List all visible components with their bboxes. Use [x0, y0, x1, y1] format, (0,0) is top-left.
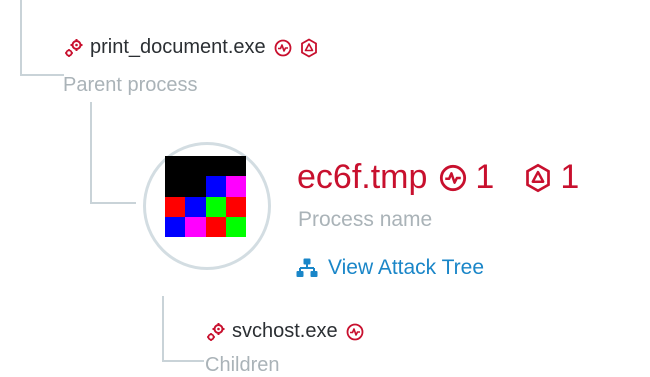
- tree-connector-mid-vertical: [90, 102, 92, 204]
- thumbnail-pixel: [205, 176, 226, 197]
- activity-count: 1: [475, 158, 495, 196]
- thumbnail-pixel: [225, 156, 246, 177]
- alert-count: 1: [560, 158, 580, 196]
- thumbnail-pixel: [185, 156, 206, 177]
- child-process-name[interactable]: svchost.exe: [232, 320, 338, 343]
- thumbnail-pixel: [205, 216, 226, 237]
- thumbnail-pixel: [165, 216, 186, 237]
- activity-badge-icon[interactable]: [439, 164, 467, 192]
- thumbnail-pixel: [205, 196, 226, 217]
- gears-icon: [64, 38, 84, 58]
- child-process-row[interactable]: svchost.exe: [206, 320, 364, 343]
- thumbnail-pixel: [225, 196, 246, 217]
- activity-badge-icon: [274, 39, 292, 57]
- thumbnail-pixel: [225, 176, 246, 197]
- thumbnail-pixel: [165, 156, 186, 177]
- process-name: ec6f.tmp: [297, 158, 428, 196]
- thumbnail-pixel: [185, 216, 206, 237]
- hex-alert-badge-icon: [300, 37, 318, 58]
- thumbnail-pixel: [165, 176, 186, 197]
- thumbnail-pixel: [185, 196, 206, 217]
- thumbnail-pixel: [185, 176, 206, 197]
- hex-alert-badge-icon[interactable]: [524, 163, 552, 193]
- thumbnail-pixel: [225, 216, 246, 237]
- tree-connector-bottom-horizontal: [162, 360, 204, 362]
- process-thumbnail: [165, 156, 246, 237]
- tree-connector-top-vertical: [20, 0, 22, 76]
- view-attack-tree-link[interactable]: View Attack Tree: [296, 256, 484, 280]
- hierarchy-icon: [296, 257, 318, 279]
- tree-connector-bottom-vertical: [162, 296, 164, 362]
- tree-connector-mid-horizontal: [90, 202, 136, 204]
- parent-process-row[interactable]: print_document.exe: [64, 36, 318, 59]
- tree-connector-top-horizontal: [20, 74, 64, 76]
- view-attack-tree-label[interactable]: View Attack Tree: [328, 256, 484, 280]
- process-name-label: Process name: [298, 208, 433, 231]
- activity-badge-icon: [346, 323, 364, 341]
- gears-icon: [206, 322, 226, 342]
- process-title-row: ec6f.tmp 1 1: [297, 158, 579, 197]
- thumbnail-pixel: [205, 156, 226, 177]
- children-label: Children: [205, 354, 280, 376]
- thumbnail-pixel: [165, 196, 186, 217]
- parent-process-label: Parent process: [63, 74, 198, 96]
- parent-process-name[interactable]: print_document.exe: [90, 36, 266, 59]
